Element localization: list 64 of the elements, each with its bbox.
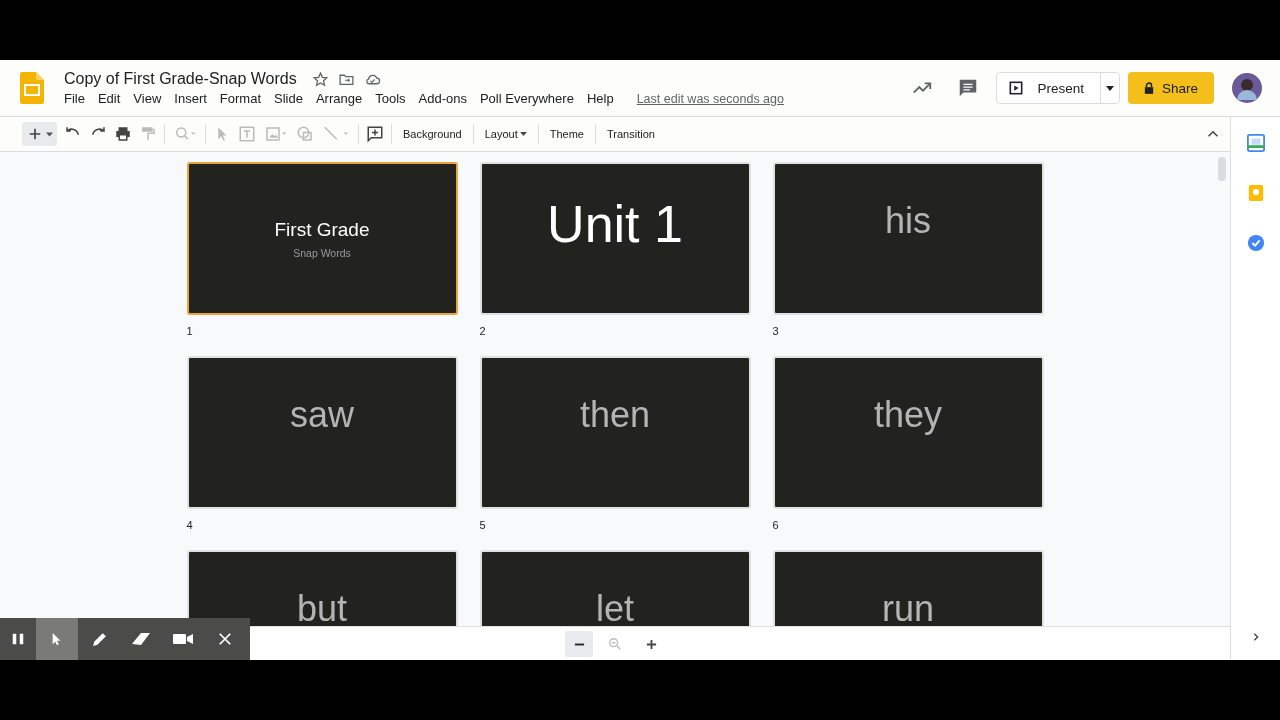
play-icon <box>1009 81 1024 95</box>
slide-thumbnail[interactable]: Unit 1 <box>479 162 751 315</box>
slide-title: they <box>873 395 942 435</box>
menu-item[interactable]: Format <box>219 91 266 106</box>
share-button[interactable]: Share <box>1127 72 1214 104</box>
pause-icon <box>11 632 25 646</box>
caret-icon <box>46 131 53 137</box>
slide-title: but <box>296 589 347 626</box>
toolbar-button[interactable]: Transition <box>603 125 659 143</box>
menu-item[interactable]: Insert <box>174 91 212 106</box>
eraser-icon <box>131 631 151 647</box>
menu-item[interactable]: Add-ons <box>418 91 472 106</box>
slide-thumbnail[interactable]: then <box>479 356 751 509</box>
slide-number: 2 <box>479 325 486 337</box>
slide-number: 4 <box>186 519 193 531</box>
slide-title: then <box>579 395 651 435</box>
menu-item[interactable]: Edit <box>97 91 126 106</box>
slide-number: 1 <box>186 325 193 337</box>
add-comment-icon[interactable] <box>366 125 384 143</box>
tasks-icon[interactable] <box>1246 234 1265 252</box>
slide-thumbnail[interactable]: saw <box>186 356 458 509</box>
slide-thumbnail[interactable]: his <box>772 162 1044 315</box>
caret-icon <box>1105 85 1114 91</box>
slide-thumbnail[interactable]: they <box>772 356 1044 509</box>
scrollbar[interactable] <box>1218 157 1226 181</box>
slide-title: let <box>596 589 634 626</box>
document-title[interactable]: Copy of First Grade-Snap Words <box>64 70 297 88</box>
print-icon[interactable] <box>114 125 132 143</box>
menu-item[interactable]: Poll Everywhere <box>479 91 579 106</box>
menu-item[interactable]: Slide <box>274 91 308 106</box>
slide-title: Unit 1 <box>547 196 683 254</box>
menu-item[interactable]: File <box>64 91 90 106</box>
slide-title: his <box>885 201 931 241</box>
slide-title: run <box>882 589 934 626</box>
present-button[interactable]: Present <box>997 73 1101 103</box>
zoom-icon <box>608 637 622 651</box>
toolbar-button[interactable]: Background <box>399 125 466 143</box>
last-edit-link[interactable]: Last edit was seconds ago <box>636 91 784 106</box>
plus-icon <box>645 638 657 650</box>
slide-thumbnail[interactable]: but <box>186 550 458 626</box>
avatar[interactable] <box>1232 73 1262 103</box>
star-icon[interactable] <box>311 70 329 88</box>
camera-icon <box>173 632 193 646</box>
new-slide-button[interactable] <box>22 122 57 146</box>
slide-thumbnail[interactable]: First Grade Snap Words <box>186 162 458 315</box>
menu-item[interactable]: Help <box>586 91 619 106</box>
toolbar-button[interactable]: Layout <box>480 125 531 143</box>
slide-title: First Grade <box>274 218 370 241</box>
caret-icon <box>519 132 527 136</box>
lock-icon <box>1143 82 1154 94</box>
menu-item[interactable]: Arrange <box>315 91 368 106</box>
slide-number: 6 <box>772 519 779 531</box>
toolbar-button[interactable]: Theme <box>545 125 588 143</box>
slide-thumbnail[interactable]: run <box>772 550 1044 626</box>
slide-number: 3 <box>772 325 779 337</box>
menu-item[interactable]: Tools <box>375 91 411 106</box>
menu-item[interactable]: View <box>133 91 167 106</box>
slide-thumbnail[interactable]: let <box>479 550 751 626</box>
slide-title: saw <box>290 395 354 435</box>
slide-number: 5 <box>479 519 486 531</box>
close-icon <box>218 632 232 646</box>
calendar-icon[interactable] <box>1246 134 1265 152</box>
slide-subtitle: Snap Words <box>293 246 351 259</box>
pen-icon <box>90 630 108 648</box>
